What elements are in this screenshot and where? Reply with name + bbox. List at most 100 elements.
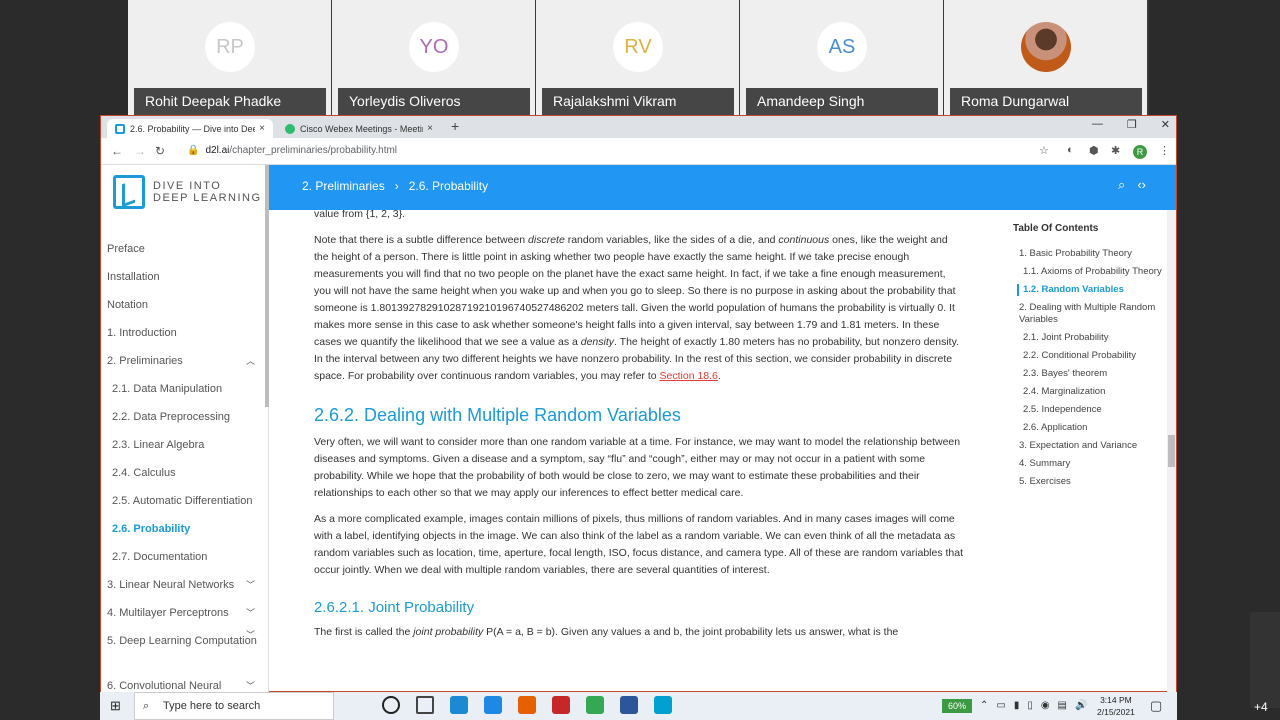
cortana-icon[interactable] (382, 696, 400, 714)
bookmark-star-icon[interactable]: ☆ (1039, 144, 1049, 157)
search-icon[interactable]: ⌕ (1118, 177, 1125, 193)
address-bar-row: ← → ↻ 🔒 d2l.ai/chapter_preliminaries/prob… (101, 138, 1176, 165)
firefox-icon[interactable] (518, 696, 536, 714)
toc-item[interactable]: 1.1. Axioms of Probability Theory (1013, 266, 1163, 278)
scrollbar-thumb[interactable] (1168, 435, 1175, 467)
expand-chevron-icon[interactable]: ﹀ (246, 599, 255, 627)
close-tab-icon[interactable]: × (427, 123, 433, 134)
sidebar-nav-item[interactable]: 2.5. Automatic Differentiation (101, 487, 267, 515)
expand-chevron-icon[interactable]: ︿ (246, 347, 255, 375)
kebab-menu-icon[interactable]: ⋮ (1159, 144, 1170, 157)
article-content: value from {1, 2, 3}. Note that there is… (314, 210, 964, 692)
lock-icon: 🔒 (187, 145, 200, 156)
notification-icon[interactable]: ▢ (1150, 698, 1162, 714)
sidebar-nav-label: Notation (107, 299, 148, 311)
participants-overflow-panel[interactable] (1250, 612, 1280, 708)
minimize-button[interactable]: — (1092, 118, 1103, 131)
paragraph: The first is called the joint probabilit… (314, 626, 899, 638)
extension-icon[interactable]: ⬢ (1089, 144, 1099, 157)
sidebar-nav-item[interactable]: 2.2. Data Preprocessing (101, 403, 267, 431)
toc-title: Table Of Contents (1013, 223, 1099, 234)
page-scrollbar[interactable] (1167, 210, 1176, 692)
sidebar-nav-item[interactable]: 2. Preliminaries ︿ (101, 347, 267, 375)
sidebar-nav-label: 3. Linear Neural Networks (107, 579, 235, 591)
participant-tile[interactable]: YO Yorleydis Oliveros (332, 0, 535, 115)
source-code-icon[interactable]: ‹› (1137, 177, 1146, 193)
toc-item[interactable]: 1.2. Random Variables (1017, 284, 1163, 296)
battery-indicator[interactable]: 60% (942, 699, 972, 713)
toc-item[interactable]: 2.1. Joint Probability (1013, 332, 1163, 344)
paragraph: Note that there is a subtle difference b… (314, 234, 959, 382)
clock[interactable]: 3:14 PM 2/15/2021 (1097, 694, 1135, 718)
system-tray-icons[interactable]: ⌃▭▮▯◉▤🔊 (980, 700, 1095, 711)
sidebar-nav-item[interactable]: 6. Convolutional Neural ﹀ (101, 672, 267, 692)
toc-item[interactable]: 2.2. Conditional Probability (1013, 350, 1163, 362)
webex-icon[interactable] (654, 696, 672, 714)
task-view-icon[interactable] (416, 696, 434, 714)
expand-chevron-icon[interactable]: ﹀ (246, 571, 255, 599)
url-field[interactable]: 🔒 d2l.ai/chapter_preliminaries/probabilit… (187, 145, 397, 156)
l-app-icon[interactable] (484, 696, 502, 714)
close-tab-icon[interactable]: × (259, 123, 265, 134)
sidebar-nav-item[interactable]: 2.6. Probability (101, 515, 267, 543)
tab-d2l[interactable]: 2.6. Probability — Dive into Deep × (107, 119, 273, 138)
breadcrumb-item[interactable]: 2. Preliminaries (302, 179, 385, 193)
participant-tile[interactable]: RV Rajalakshmi Vikram (536, 0, 739, 115)
toc-item[interactable]: 2. Dealing with Multiple Random Variable… (1013, 302, 1163, 326)
sidebar-nav-item[interactable]: 2.1. Data Manipulation (101, 375, 267, 403)
expand-chevron-icon[interactable]: ﹀ (246, 627, 255, 644)
participant-strip: RP Rohit Deepak Phadke YO Yorleydis Olivero… (128, 0, 1149, 115)
toc-item[interactable]: 5. Exercises (1013, 476, 1163, 488)
sidebar-nav-item[interactable]: 2.4. Calculus (101, 459, 267, 487)
participant-tile[interactable]: AS Amandeep Singh (740, 0, 943, 115)
tab-webex[interactable]: Cisco Webex Meetings - Meeting × (277, 119, 441, 138)
sidebar-nav-label: 2.2. Data Preprocessing (112, 411, 231, 423)
sidebar-nav-label: 6. Convolutional Neural (107, 680, 222, 692)
sidebar-nav-item[interactable]: Notation (101, 291, 267, 319)
sidebar-nav-item[interactable]: 3. Linear Neural Networks ﹀ (101, 571, 267, 599)
breadcrumb-item[interactable]: 2.6. Probability (409, 179, 488, 193)
back-arrow-icon[interactable]: ← (111, 144, 123, 158)
toc-item[interactable]: 2.6. Application (1013, 422, 1163, 434)
mcafee-icon[interactable] (552, 696, 570, 714)
chrome-icon[interactable] (586, 696, 604, 714)
participants-overflow-count[interactable]: +4 (1254, 700, 1268, 714)
participant-name: Amandeep Singh (746, 88, 938, 115)
logo-line-2: DEEP LEARNING (153, 192, 262, 204)
sidebar-nav-item[interactable]: 5. Deep Learning Computation ﹀ (101, 627, 267, 672)
toc-item[interactable]: 1. Basic Probability Theory (1013, 248, 1163, 260)
toc-item[interactable]: 2.5. Independence (1013, 404, 1163, 416)
maximize-button[interactable]: ❐ (1127, 118, 1137, 131)
expand-chevron-icon[interactable]: ﹀ (246, 672, 255, 692)
new-tab-button[interactable]: + (451, 118, 459, 134)
sidebar-nav-label: 4. Multilayer Perceptrons (107, 607, 229, 619)
page-header: 2. Preliminaries › 2.6. Probability ⌕ ‹› (269, 165, 1176, 210)
profile-avatar[interactable]: R (1133, 145, 1147, 159)
d2l-favicon-icon (115, 123, 125, 134)
reload-icon[interactable]: ↻ (155, 144, 165, 158)
windows-start-icon[interactable]: ⊞ (110, 698, 121, 714)
close-window-button[interactable]: ✕ (1161, 118, 1170, 131)
sidebar-nav-item[interactable]: Preface (101, 235, 267, 263)
edge-icon[interactable] (450, 696, 468, 714)
browser-window: 2.6. Probability — Dive into Deep × Cisc… (100, 115, 1177, 692)
section-link[interactable]: Section 18.6 (660, 370, 718, 382)
sidebar-nav-item[interactable]: 2.7. Documentation (101, 543, 267, 571)
puzzle-extensions-icon[interactable]: ✱ (1111, 144, 1120, 157)
toc-item[interactable]: 3. Expectation and Variance (1013, 440, 1163, 452)
sidebar-nav-item[interactable]: 2.3. Linear Algebra (101, 431, 267, 459)
extension-icon[interactable]: ◐ (1067, 144, 1074, 156)
sidebar-nav-item[interactable]: Installation (101, 263, 267, 291)
forward-arrow-icon[interactable]: → (134, 144, 146, 158)
site-logo[interactable]: DIVE INTO DEEP LEARNING (113, 175, 262, 209)
participant-name: Rajalakshmi Vikram (542, 88, 734, 115)
participant-tile[interactable]: Roma Dungarwal (944, 0, 1147, 115)
toc-item[interactable]: 2.4. Marginalization (1013, 386, 1163, 398)
sidebar-nav-item[interactable]: 4. Multilayer Perceptrons ﹀ (101, 599, 267, 627)
participant-tile[interactable]: RP Rohit Deepak Phadke (128, 0, 331, 115)
toc-item[interactable]: 2.3. Bayes' theorem (1013, 368, 1163, 380)
word-icon[interactable] (620, 696, 638, 714)
taskbar-search-box[interactable]: ⌕ Type here to search (134, 692, 334, 720)
sidebar-nav-item[interactable]: 1. Introduction (101, 319, 267, 347)
toc-item[interactable]: 4. Summary (1013, 458, 1163, 470)
